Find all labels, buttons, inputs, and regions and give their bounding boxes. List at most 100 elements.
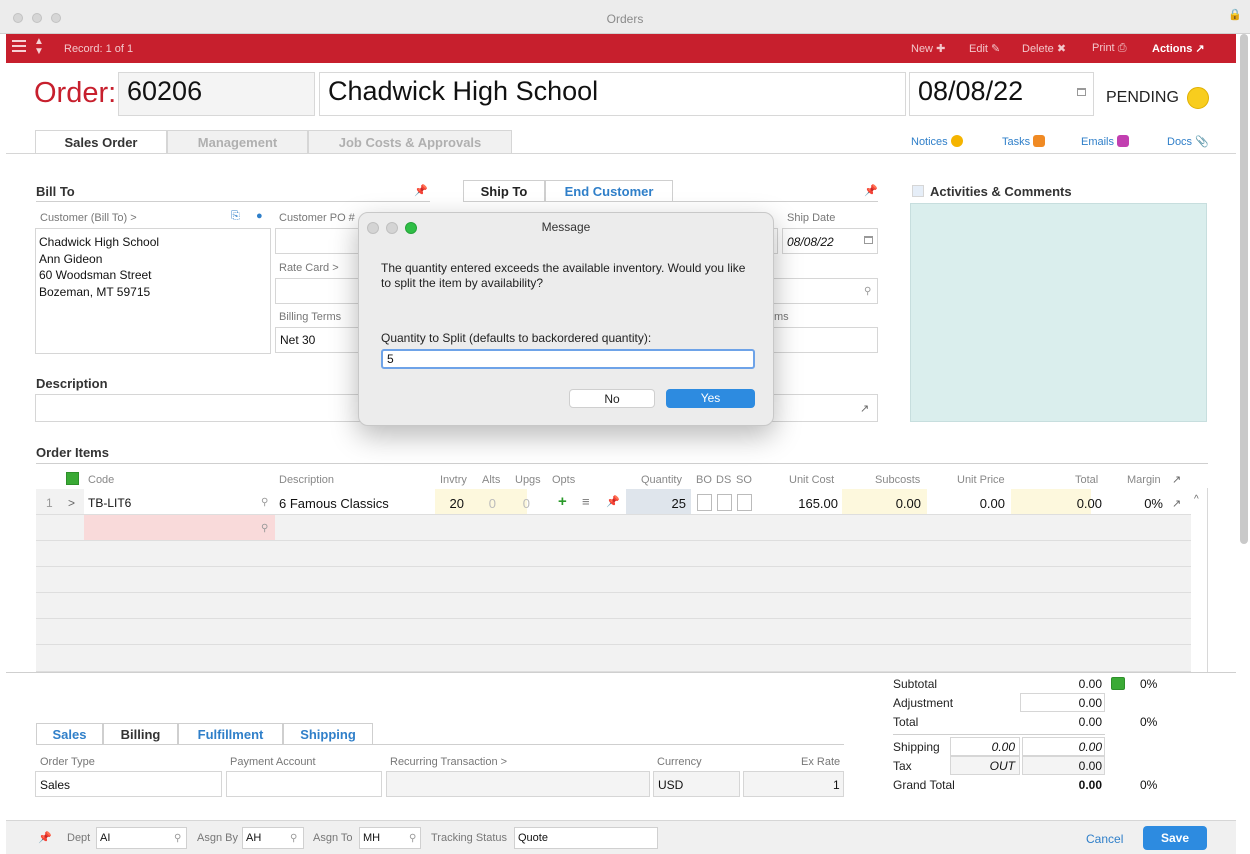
tab-ship-to[interactable]: Ship To xyxy=(463,180,545,202)
menu-icon[interactable] xyxy=(12,40,26,54)
row-upgs[interactable]: 0 xyxy=(516,496,530,511)
cancel-button[interactable]: Cancel xyxy=(1086,832,1123,846)
search-icon[interactable]: ⚲ xyxy=(261,497,268,508)
quantity-to-split-input[interactable]: 5 xyxy=(381,349,755,369)
no-button[interactable]: No xyxy=(569,389,655,408)
row-unit-cost[interactable]: 165.00 xyxy=(780,496,838,511)
ship-via-field[interactable] xyxy=(760,278,878,304)
recurring-transaction-label[interactable]: Recurring Transaction > xyxy=(390,756,507,768)
tracking-status-label: Tracking Status xyxy=(431,832,508,844)
backorder-checkbox[interactable] xyxy=(697,494,712,511)
calendar-icon[interactable] xyxy=(864,236,873,244)
expand-columns-icon[interactable]: ↗ xyxy=(1172,473,1181,486)
tab-sales-order[interactable]: Sales Order xyxy=(35,130,167,154)
order-number-field[interactable]: 60206 xyxy=(118,72,315,116)
pin-icon[interactable]: 📌 xyxy=(864,184,878,197)
search-icon[interactable]: ⚲ xyxy=(174,833,181,844)
asgn-to-label: Asgn To xyxy=(313,832,353,844)
adjustment-label: Adjustment xyxy=(893,696,954,710)
clipboard-icon[interactable]: ⎘ xyxy=(231,210,240,223)
expand-icon[interactable]: ↗ xyxy=(860,402,869,415)
customer-name-field[interactable]: Chadwick High School xyxy=(319,72,906,116)
row-expand-icon[interactable]: ↗ xyxy=(1172,497,1181,510)
tab-fulfillment[interactable]: Fulfillment xyxy=(178,723,283,745)
search-icon[interactable]: ⚲ xyxy=(864,286,871,297)
dialog-message: The quantity entered exceeds the availab… xyxy=(381,261,746,290)
activities-comments-panel[interactable] xyxy=(910,203,1207,422)
row-code[interactable]: TB-LIT6 xyxy=(88,496,131,510)
grand-total-value: 0.00 xyxy=(1078,778,1102,792)
address-line: Bozeman, MT 59715 xyxy=(39,284,151,299)
record-counter: Record: 1 of 1 xyxy=(64,43,134,55)
title-bar: Orders 🔒 xyxy=(0,0,1250,34)
payment-account-field[interactable] xyxy=(226,771,382,797)
tab-sales[interactable]: Sales xyxy=(36,723,103,745)
table-row xyxy=(36,593,1191,619)
table-row[interactable] xyxy=(36,515,1191,541)
payment-account-label: Payment Account xyxy=(230,756,316,768)
checkbox-icon xyxy=(1033,135,1046,147)
rate-card-label[interactable]: Rate Card > xyxy=(279,262,339,274)
row-margin[interactable]: 0% xyxy=(1125,496,1163,511)
vertical-scrollbar[interactable] xyxy=(1240,34,1248,544)
search-icon[interactable]: ⚲ xyxy=(290,833,297,844)
row-total[interactable]: 0.00 xyxy=(1046,496,1102,511)
row-alts[interactable]: 0 xyxy=(482,496,496,511)
warning-icon xyxy=(950,135,963,147)
grand-total-percent: 0% xyxy=(1140,778,1158,792)
quantity-to-split-label: Quantity to Split (defaults to backorder… xyxy=(381,331,652,345)
calendar-icon[interactable] xyxy=(1077,88,1086,96)
customer-bill-to-label[interactable]: Customer (Bill To) > xyxy=(40,212,137,224)
ship-date-label: Ship Date xyxy=(787,212,836,224)
dept-label: Dept xyxy=(67,832,91,844)
status-indicator-icon xyxy=(1187,87,1209,109)
row-unit-price[interactable]: 0.00 xyxy=(950,496,1005,511)
add-option-icon[interactable]: + xyxy=(558,493,567,510)
recalculate-icon[interactable] xyxy=(1111,677,1125,690)
record-navigator-icon[interactable]: ▲ ▼ xyxy=(34,37,44,57)
ex-rate-field[interactable] xyxy=(743,771,844,797)
ship-terms-field[interactable] xyxy=(760,327,878,353)
pin-icon[interactable]: 📌 xyxy=(38,831,52,844)
row-quantity[interactable]: 25 xyxy=(650,496,686,511)
row-invtry[interactable]: 20 xyxy=(440,496,464,511)
customer-po-field[interactable] xyxy=(275,228,365,254)
notices-link[interactable]: Notices xyxy=(911,135,963,148)
yes-button[interactable]: Yes xyxy=(666,389,755,408)
row-subcosts[interactable]: 0.00 xyxy=(866,496,921,511)
special-order-checkbox[interactable] xyxy=(737,494,752,511)
row-description[interactable]: 6 Famous Classics xyxy=(279,496,389,511)
list-icon[interactable]: ≡ xyxy=(582,494,590,509)
table-row xyxy=(36,541,1191,567)
edit-button[interactable]: Edit ✎ xyxy=(969,42,1000,55)
search-icon[interactable]: ⚲ xyxy=(261,523,268,534)
scroll-up-icon[interactable]: ^ xyxy=(1194,494,1199,505)
search-icon[interactable]: ⚲ xyxy=(409,833,416,844)
tab-end-customer[interactable]: End Customer xyxy=(545,180,673,202)
activities-checkbox-icon[interactable] xyxy=(912,185,924,197)
search-items-icon[interactable] xyxy=(66,472,79,485)
docs-link[interactable]: Docs 📎 xyxy=(1167,135,1209,148)
emails-link[interactable]: Emails xyxy=(1081,135,1130,148)
actions-button[interactable]: Actions ↗ xyxy=(1152,42,1205,55)
shipping-cost-value: 0.00 xyxy=(991,740,1015,754)
tab-billing[interactable]: Billing xyxy=(103,723,178,745)
recurring-transaction-field[interactable] xyxy=(386,771,650,797)
rate-card-field[interactable] xyxy=(275,278,365,304)
printer-icon: ⎙ xyxy=(1117,42,1127,54)
drop-ship-checkbox[interactable] xyxy=(717,494,732,511)
new-record-button[interactable]: New ✚ xyxy=(911,42,945,55)
order-date-field[interactable]: 08/08/22 xyxy=(909,72,1094,116)
tracking-status-field[interactable]: Quote xyxy=(514,827,658,849)
tab-management[interactable]: Management xyxy=(167,130,308,153)
print-button[interactable]: Print ⎙ xyxy=(1092,42,1127,55)
pin-icon[interactable]: 📌 xyxy=(606,495,620,508)
delete-button[interactable]: Delete ✖ xyxy=(1022,42,1066,55)
tasks-link[interactable]: Tasks xyxy=(1002,135,1046,148)
location-pin-icon[interactable]: ● xyxy=(256,210,263,222)
save-button[interactable]: Save xyxy=(1143,826,1207,850)
row-expand-arrow[interactable]: > xyxy=(68,496,75,510)
tab-job-costs-approvals[interactable]: Job Costs & Approvals xyxy=(308,130,512,153)
tab-shipping[interactable]: Shipping xyxy=(283,723,373,745)
pin-icon[interactable]: 📌 xyxy=(414,184,428,197)
